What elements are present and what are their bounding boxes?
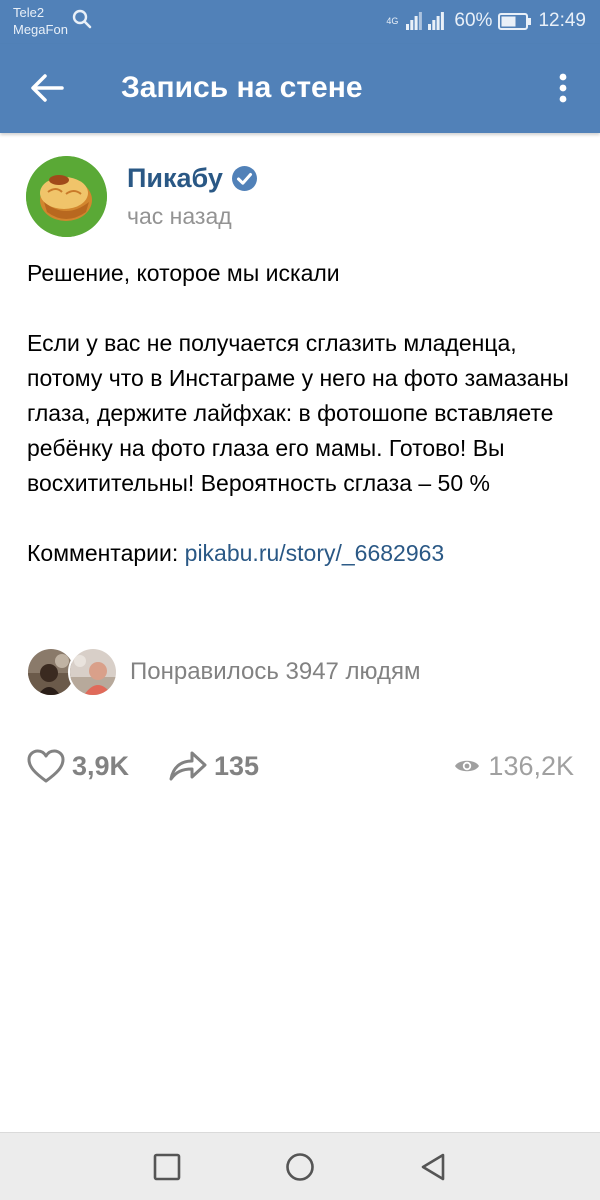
- post-text: Решение, которое мы искали Если у вас не…: [27, 256, 575, 571]
- back-triangle-icon[interactable]: [416, 1150, 450, 1184]
- recent-apps-icon[interactable]: [150, 1150, 184, 1184]
- post-body: Если у вас не получается сглазить младен…: [27, 330, 569, 496]
- signal-icon-2: [428, 12, 445, 30]
- clock: 12:49: [538, 10, 586, 31]
- battery-icon: [498, 12, 532, 30]
- carrier-2: MegaFon: [13, 22, 68, 37]
- carrier-names: Tele2 MegaFon: [13, 4, 68, 38]
- shares-count: 135: [214, 750, 260, 781]
- verified-icon: [231, 166, 257, 191]
- comments-label: Комментарии:: [27, 540, 185, 566]
- home-icon[interactable]: [283, 1150, 317, 1184]
- status-bar: Tele2 MegaFon 4G 60% 12:49: [0, 0, 600, 44]
- likers-row[interactable]: Понравилось 3947 людям: [26, 647, 421, 697]
- liker-avatar: [68, 647, 118, 697]
- signal-icon: [406, 12, 423, 30]
- share-icon: [169, 751, 207, 781]
- network-type: 4G: [386, 15, 399, 26]
- app-bar: Запись на стене: [0, 44, 600, 133]
- author-name-text: Пикабу: [127, 163, 223, 193]
- author-name[interactable]: Пикабу: [127, 163, 258, 194]
- views-count: 136,2K: [488, 750, 574, 781]
- carrier-1: Tele2: [13, 5, 45, 20]
- like-button[interactable]: 3,9K: [26, 744, 129, 788]
- status-indicators: 4G 60% 12:49: [386, 10, 586, 32]
- likes-summary: Понравилось 3947 людям: [130, 658, 421, 685]
- page-title: Запись на стене: [121, 71, 363, 104]
- share-button[interactable]: 135: [168, 744, 259, 788]
- search-icon: [72, 9, 92, 29]
- likes-count: 3,9K: [72, 750, 130, 781]
- system-nav-bar: [0, 1132, 600, 1200]
- back-arrow-icon[interactable]: [28, 70, 68, 106]
- post-headline: Решение, которое мы искали: [27, 260, 340, 286]
- battery-percent: 60%: [454, 10, 493, 31]
- post-actions: 3,9K 135 136,2K: [26, 744, 574, 788]
- post-time: час назад: [127, 203, 232, 229]
- eye-icon: [455, 760, 480, 772]
- author-avatar[interactable]: [26, 156, 107, 237]
- comments-link[interactable]: pikabu.ru/story/_6682963: [185, 540, 445, 566]
- more-vertical-icon[interactable]: [552, 70, 574, 106]
- heart-icon: [27, 749, 65, 783]
- pie-logo-icon: [26, 156, 107, 237]
- post-comments: Комментарии: pikabu.ru/story/_6682963: [27, 536, 575, 571]
- views-counter: 136,2K: [454, 744, 574, 788]
